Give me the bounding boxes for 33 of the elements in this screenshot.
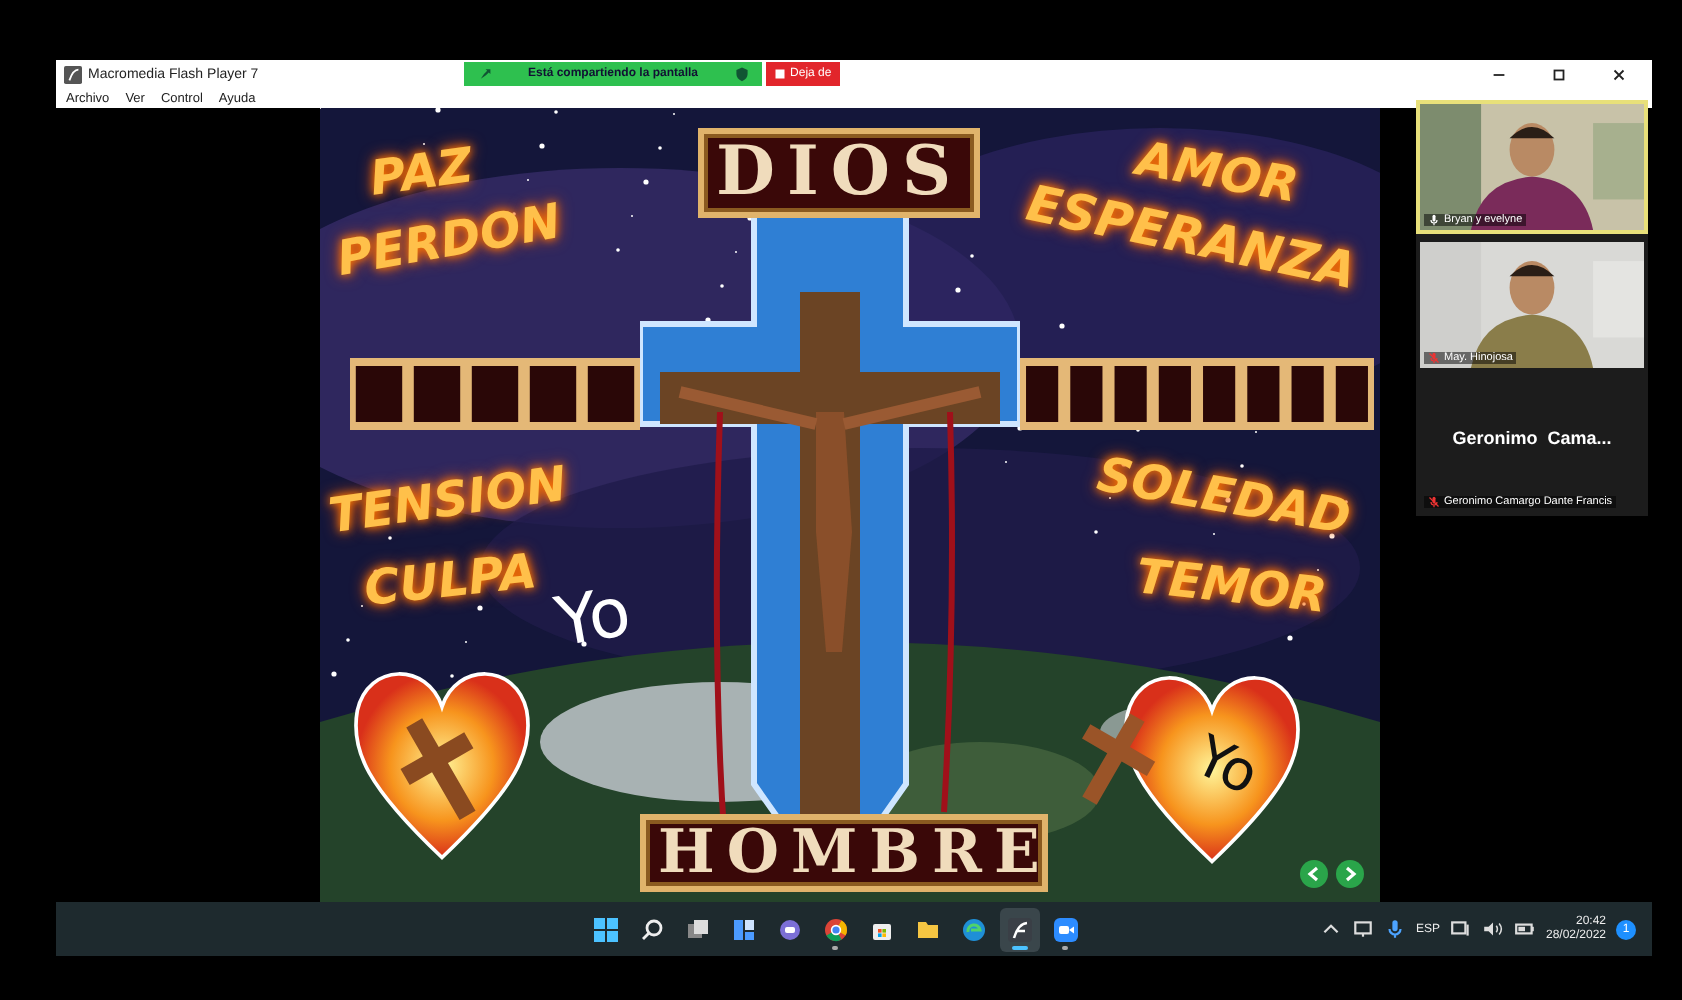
flash-app-icon (1007, 917, 1032, 941)
shield-icon (734, 66, 751, 82)
network-icon[interactable] (1449, 918, 1472, 940)
windows-logo-icon (593, 917, 618, 941)
word-plaque: HOMBRE (640, 814, 1048, 892)
maximize-icon[interactable] (1550, 65, 1568, 83)
yo-label: Yo (1187, 727, 1266, 805)
chrome-icon (823, 917, 848, 941)
flash-app-icon (64, 65, 82, 83)
microphone-icon[interactable] (1383, 918, 1406, 940)
search-icon (639, 917, 664, 941)
battery-icon[interactable] (1513, 918, 1536, 940)
display-icon[interactable] (1351, 918, 1374, 940)
speaker-icon[interactable] (1481, 918, 1504, 940)
yo-label: Yo (550, 578, 636, 658)
participant-display-name: Geronimo Cama... (1450, 428, 1614, 448)
back-button-icon[interactable] (1300, 860, 1328, 888)
glowing-word: SOLEDAD (1093, 446, 1355, 546)
chat-icon (777, 917, 802, 941)
video-camera-icon (1053, 917, 1078, 941)
folder-icon (915, 917, 940, 941)
word-plaque: DIOS (698, 128, 980, 218)
edge-icon (961, 917, 986, 941)
pin-icon (476, 66, 492, 82)
close-icon[interactable] (1610, 65, 1628, 83)
glowing-word: TENSION (325, 455, 570, 545)
glowing-word: CULPA (361, 543, 540, 617)
stop-icon (774, 68, 787, 80)
forward-button-icon[interactable] (1336, 860, 1364, 888)
taskbar-app[interactable] (999, 907, 1040, 951)
glowing-word: TEMOR (1133, 548, 1330, 624)
task-view-icon (685, 917, 710, 941)
widgets-icon (731, 917, 756, 941)
